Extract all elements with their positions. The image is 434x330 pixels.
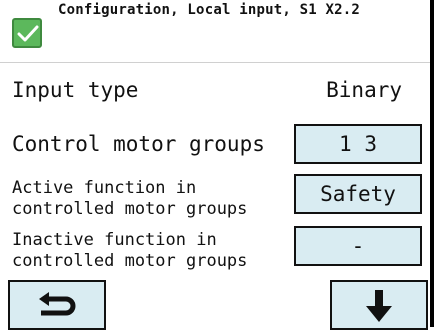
inactive-function-label: Inactive function in controlled motor gr… xyxy=(12,230,248,271)
active-function-label: Active function in controlled motor grou… xyxy=(12,178,248,219)
header: Configuration, Local input, S1 X2.2 xyxy=(0,0,430,63)
input-type-value: Binary xyxy=(326,78,402,102)
control-motor-groups-label: Control motor groups xyxy=(12,132,265,156)
page-title: Configuration, Local input, S1 X2.2 xyxy=(58,2,361,18)
check-icon xyxy=(12,18,42,48)
screen: Configuration, Local input, S1 X2.2 Inpu… xyxy=(0,0,434,330)
back-button[interactable] xyxy=(8,280,106,330)
control-motor-groups-value: 1 3 xyxy=(339,132,377,156)
active-function-value: Safety xyxy=(320,182,396,206)
active-function-button[interactable]: Safety xyxy=(294,174,422,214)
down-arrow-icon xyxy=(364,290,394,328)
inactive-function-button[interactable]: - xyxy=(294,226,422,266)
input-type-label: Input type xyxy=(12,78,139,102)
control-motor-groups-button[interactable]: 1 3 xyxy=(294,124,422,164)
return-arrow-icon xyxy=(33,290,81,324)
next-button[interactable] xyxy=(330,280,428,330)
inactive-function-value: - xyxy=(351,234,365,258)
